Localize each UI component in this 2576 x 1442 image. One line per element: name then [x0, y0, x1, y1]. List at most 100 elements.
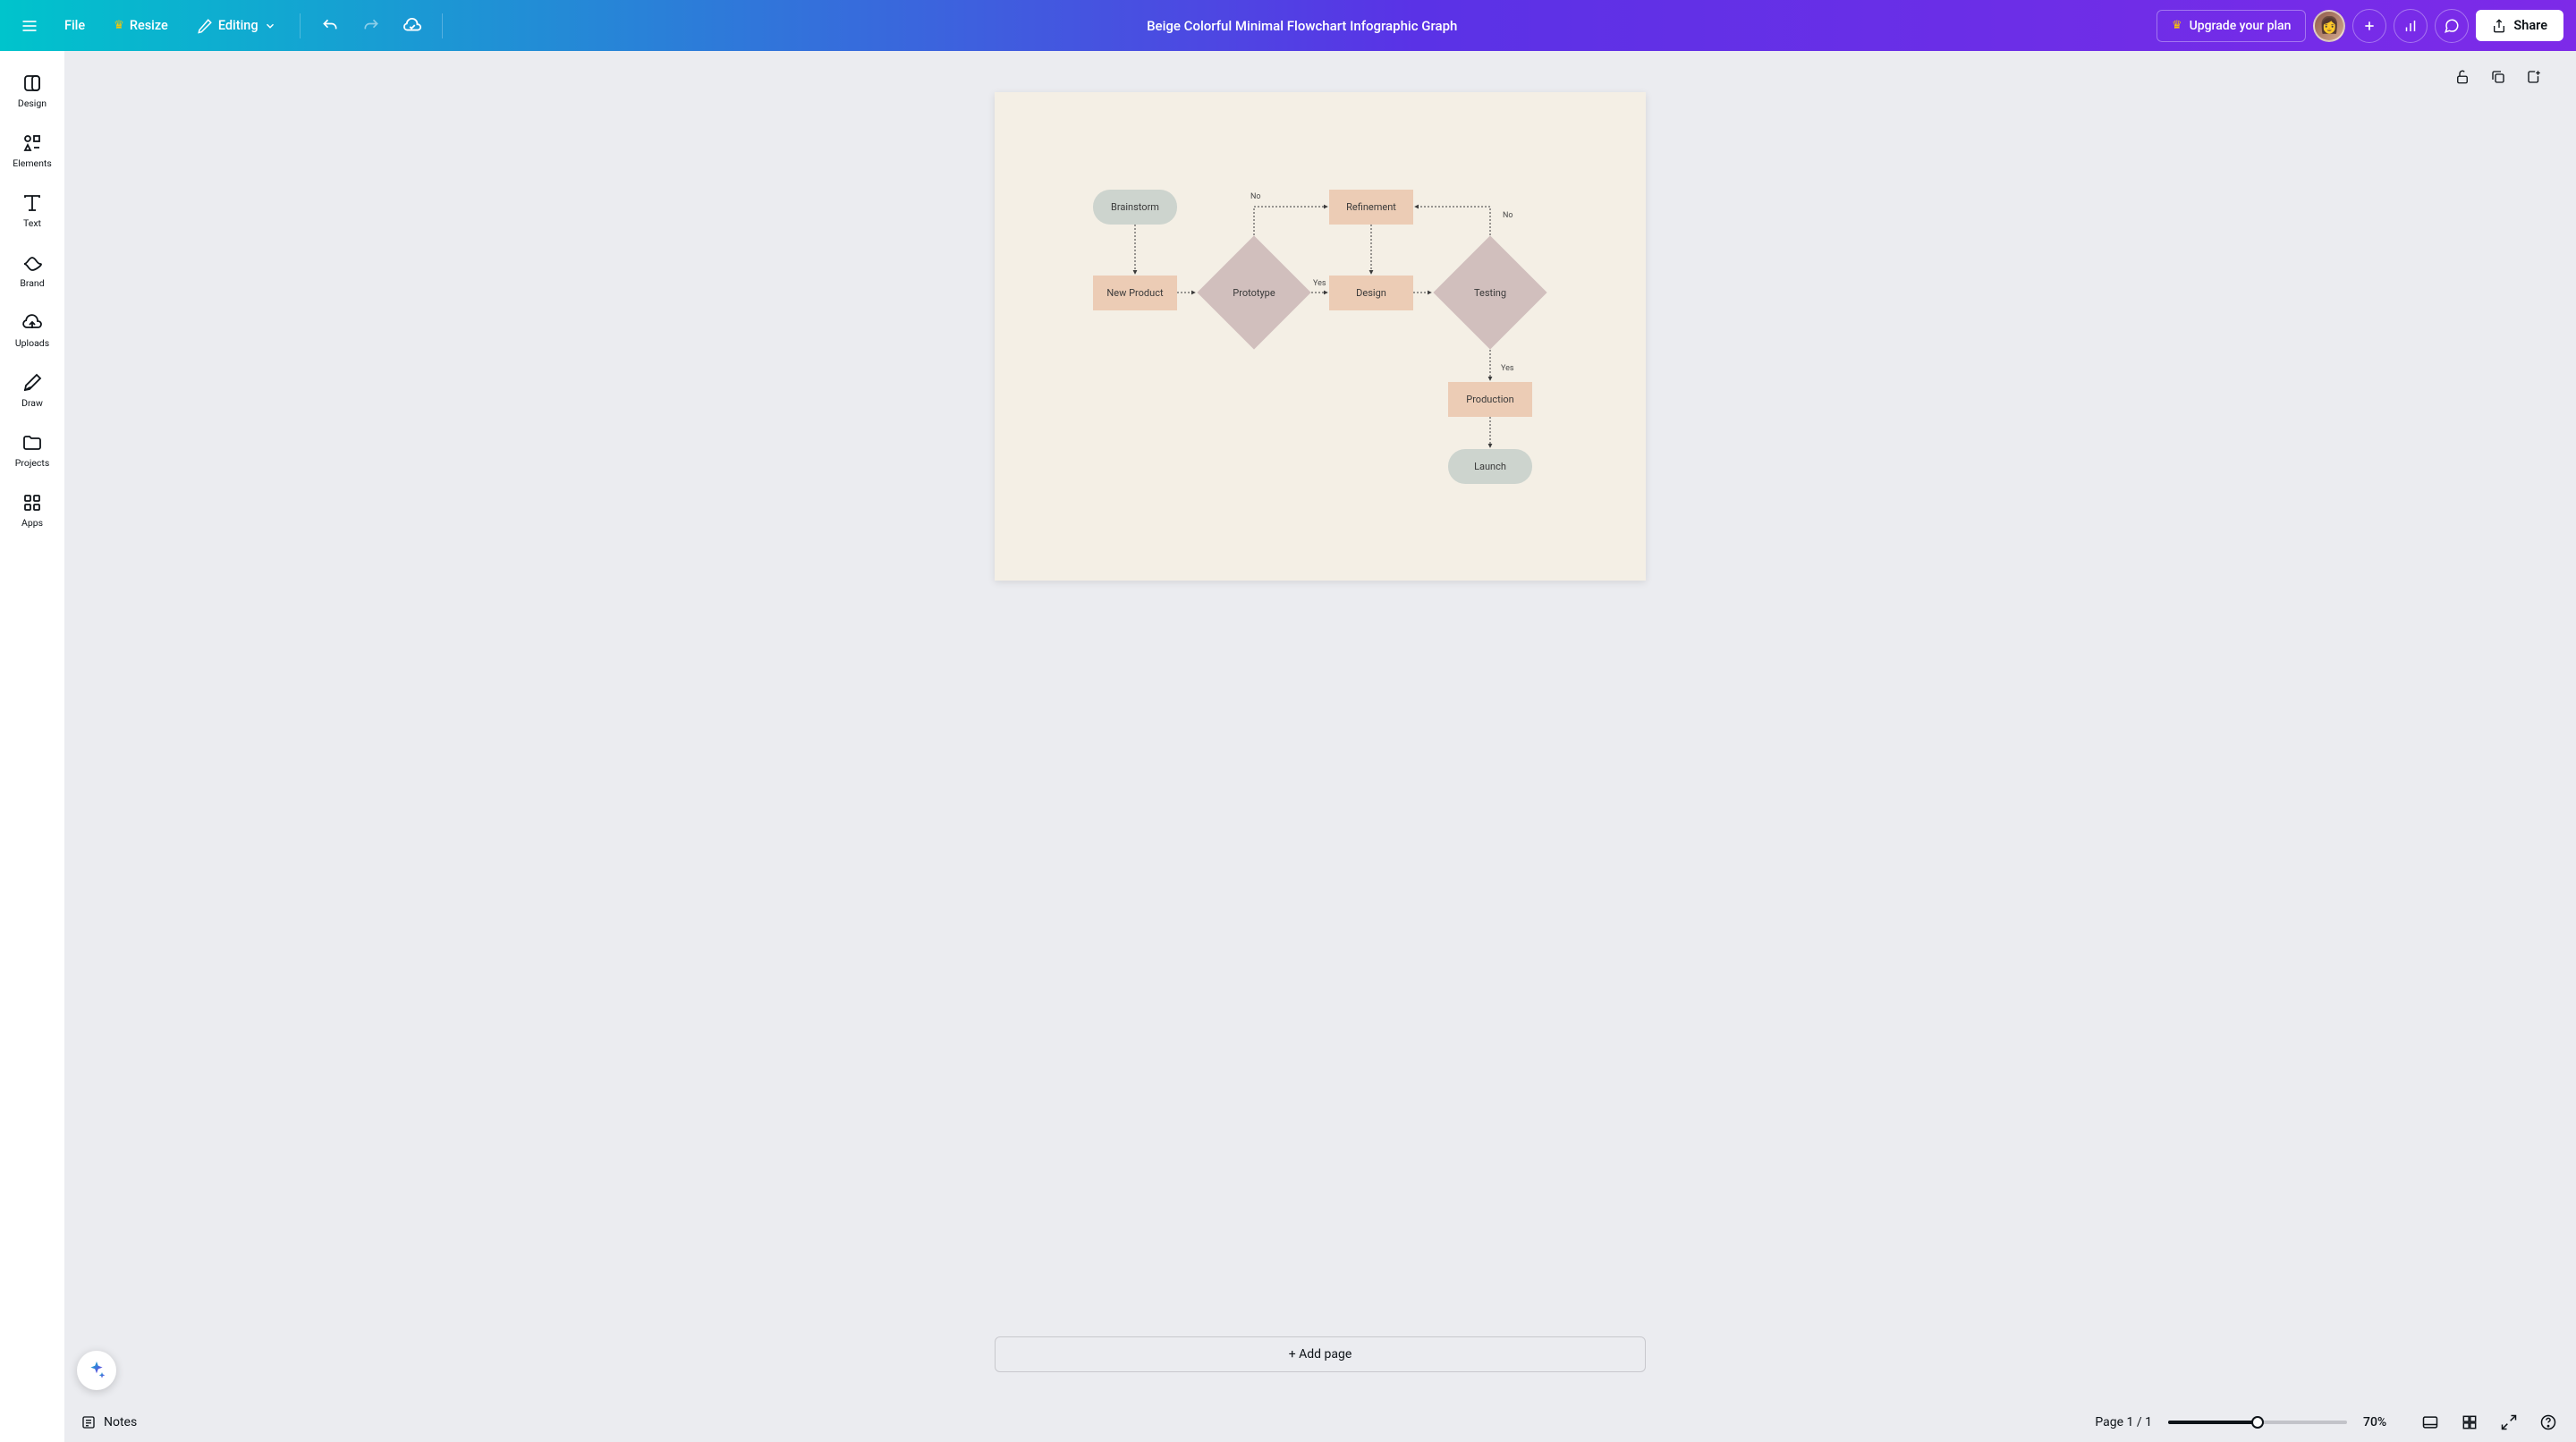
upgrade-label: Upgrade your plan: [2190, 19, 2292, 33]
flowchart-node-prototype[interactable]: Prototype: [1197, 235, 1311, 350]
flowchart-node-refinement[interactable]: Refinement: [1329, 190, 1413, 225]
sidebar-item-design[interactable]: Design: [0, 64, 64, 123]
separator: [300, 13, 301, 38]
elements-icon: [21, 132, 43, 154]
sidebar-item-apps[interactable]: Apps: [0, 483, 64, 543]
zoom-value[interactable]: 70%: [2363, 1415, 2402, 1429]
page-indicator[interactable]: Page 1 / 1: [2095, 1415, 2152, 1429]
flowchart-node-production[interactable]: Production: [1448, 382, 1532, 417]
duplicate-page-button[interactable]: [2488, 67, 2508, 87]
analytics-button[interactable]: [2394, 9, 2428, 43]
design-title-wrap: Beige Colorful Minimal Flowchart Infogra…: [455, 18, 2149, 34]
expand-icon: [2500, 1413, 2518, 1431]
sidebar-item-projects[interactable]: Projects: [0, 423, 64, 483]
sidebar-item-text[interactable]: Text: [0, 183, 64, 243]
avatar[interactable]: 👩: [2313, 10, 2345, 42]
edge-label-yes: Yes: [1313, 279, 1326, 288]
crown-icon: ♛: [114, 19, 124, 32]
node-label: Prototype: [1197, 235, 1311, 350]
notes-label: Notes: [104, 1415, 137, 1429]
pencil-icon: [197, 18, 213, 34]
menu-button[interactable]: [13, 9, 47, 43]
sidebar-item-elements[interactable]: Elements: [0, 123, 64, 183]
page-controls: [2453, 67, 2544, 87]
page-view-icon: [2421, 1413, 2439, 1431]
resize-button[interactable]: ♛ Resize: [103, 11, 179, 40]
sidebar-item-label: Text: [23, 217, 41, 229]
folder-icon: [21, 432, 43, 454]
bottombar: Notes Page 1 / 1 70%: [64, 1403, 2576, 1442]
node-label: Testing: [1433, 235, 1547, 350]
ai-assistant-fab[interactable]: [77, 1351, 116, 1390]
lock-page-button[interactable]: [2453, 67, 2472, 87]
cloud-check-icon: [402, 16, 422, 36]
draw-icon: [21, 372, 43, 394]
zoom-slider[interactable]: [2168, 1421, 2347, 1424]
sidebar-item-label: Apps: [21, 517, 43, 529]
flowchart-node-launch[interactable]: Launch: [1448, 449, 1532, 484]
sidebar-item-label: Brand: [20, 277, 44, 289]
notes-button[interactable]: Notes: [80, 1414, 137, 1430]
node-label: New Product: [1106, 287, 1163, 299]
flowchart-node-brainstorm[interactable]: Brainstorm: [1093, 190, 1177, 225]
sidebar: Design Elements Text Brand Uploads Draw …: [0, 51, 64, 1442]
design-icon: [21, 72, 43, 94]
plus-icon: [2362, 19, 2377, 33]
edge-label-no: No: [1503, 211, 1513, 220]
grid-view-button[interactable]: [2458, 1411, 2481, 1434]
notes-icon: [80, 1414, 97, 1430]
share-icon: [2492, 19, 2506, 33]
share-label: Share: [2513, 18, 2547, 33]
add-page-bar[interactable]: + Add page: [995, 1336, 1646, 1372]
comments-button[interactable]: [2435, 9, 2469, 43]
flowchart-node-design[interactable]: Design: [1329, 276, 1413, 310]
unlock-icon: [2454, 69, 2470, 85]
file-label: File: [64, 18, 85, 33]
cloud-sync-button[interactable]: [395, 9, 429, 43]
view-mode-button[interactable]: [2419, 1411, 2442, 1434]
sidebar-item-label: Elements: [13, 157, 52, 169]
upgrade-plan-button[interactable]: ♛ Upgrade your plan: [2157, 10, 2306, 42]
editing-label: Editing: [218, 18, 258, 33]
flowchart-node-new-product[interactable]: New Product: [1093, 276, 1177, 310]
node-label: Design: [1356, 287, 1386, 299]
sidebar-item-brand[interactable]: Brand: [0, 243, 64, 303]
sidebar-item-label: Draw: [21, 397, 43, 409]
duplicate-icon: [2490, 69, 2506, 85]
flowchart-node-testing[interactable]: Testing: [1433, 235, 1547, 350]
flowchart-arrows: [995, 92, 1646, 581]
zoom-slider-fill: [2168, 1421, 2258, 1424]
design-title[interactable]: Beige Colorful Minimal Flowchart Infogra…: [1147, 18, 1457, 34]
help-button[interactable]: [2537, 1411, 2560, 1434]
canvas-page[interactable]: Brainstorm New Product Prototype Refinem…: [995, 92, 1646, 581]
fullscreen-button[interactable]: [2497, 1411, 2521, 1434]
grid-icon: [2461, 1413, 2479, 1431]
separator: [442, 13, 443, 38]
chat-icon: [2444, 18, 2460, 34]
node-label: Brainstorm: [1111, 201, 1159, 213]
node-label: Refinement: [1346, 201, 1396, 213]
crown-icon: ♛: [2172, 19, 2182, 32]
hamburger-icon: [21, 17, 38, 35]
sidebar-item-uploads[interactable]: Uploads: [0, 303, 64, 363]
editing-mode-button[interactable]: Editing: [186, 11, 287, 41]
redo-button[interactable]: [354, 9, 388, 43]
sidebar-item-draw[interactable]: Draw: [0, 363, 64, 423]
file-menu[interactable]: File: [54, 11, 96, 40]
undo-button[interactable]: [313, 9, 347, 43]
apps-icon: [21, 492, 43, 513]
sidebar-item-label: Uploads: [15, 337, 49, 349]
sparkle-icon: [86, 1360, 107, 1381]
resize-label: Resize: [130, 18, 168, 33]
text-icon: [21, 192, 43, 214]
topbar: File ♛ Resize Editing Beige Colorful Min…: [0, 0, 2576, 51]
zoom-slider-thumb[interactable]: [2251, 1416, 2264, 1429]
page-plus-icon: [2526, 69, 2542, 85]
add-collaborator-button[interactable]: [2352, 9, 2386, 43]
node-label: Production: [1466, 394, 1513, 405]
add-page-button[interactable]: [2524, 67, 2544, 87]
bar-chart-icon: [2402, 18, 2419, 34]
cloud-upload-icon: [21, 312, 43, 334]
sidebar-item-label: Projects: [15, 457, 50, 469]
share-button[interactable]: Share: [2476, 10, 2563, 41]
